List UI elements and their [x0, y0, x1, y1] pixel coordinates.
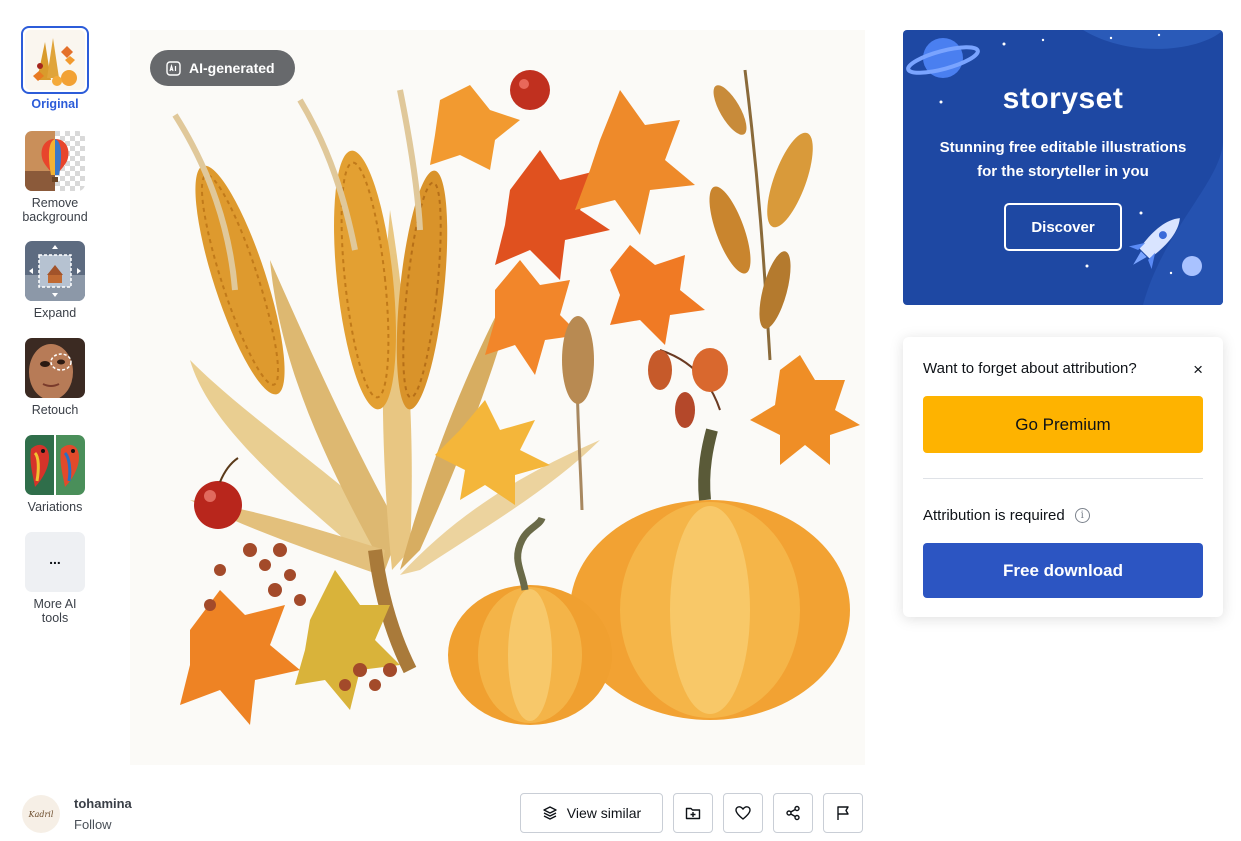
download-card: Want to forget about attribution? × Go P… [903, 337, 1223, 617]
variations-thumbnail [25, 435, 85, 495]
layers-icon [543, 806, 557, 820]
tool-retouch[interactable]: Retouch [14, 338, 96, 417]
ai-icon [166, 60, 181, 76]
expand-thumbnail [25, 241, 85, 301]
author-name[interactable]: tohamina [74, 796, 132, 811]
storyset-logo: storyset [1002, 82, 1124, 115]
share-button[interactable] [773, 793, 813, 833]
remove-background-thumbnail [25, 131, 85, 191]
page: Original Remove background Expand Retouc… [0, 0, 1241, 841]
avatar[interactable]: Kadril [22, 795, 60, 833]
main-image[interactable]: AI-generated [130, 30, 865, 765]
storyset-ad[interactable]: storyset Stunning free editable illustra… [903, 30, 1223, 305]
tool-label: Original [31, 97, 79, 111]
image-actions: View similar [520, 793, 863, 833]
tool-expand[interactable]: Expand [14, 241, 96, 320]
share-icon [786, 805, 800, 821]
heart-icon [735, 806, 751, 820]
retouch-thumbnail [25, 338, 85, 398]
attribution-required-label: Attribution is required [923, 507, 1065, 524]
author-block: Kadril tohamina Follow [22, 795, 132, 833]
tool-label: Retouch [31, 403, 79, 417]
tool-label: Remove background [22, 196, 88, 224]
tool-label: Expand [33, 306, 77, 320]
attribution-required: Attribution is required i [923, 507, 1090, 524]
ad-tagline-line: Stunning free editable illustrations [939, 139, 1187, 156]
badge-text: AI-generated [189, 60, 275, 76]
view-similar-button[interactable]: View similar [520, 793, 663, 833]
tool-original[interactable]: Original [14, 26, 96, 111]
flag-icon [837, 806, 849, 820]
original-thumbnail [21, 26, 89, 94]
follow-link[interactable]: Follow [74, 817, 132, 832]
ad-tagline-line: for the storyteller in you [977, 163, 1149, 180]
free-download-button[interactable]: Free download [923, 543, 1203, 598]
add-to-collection-button[interactable] [673, 793, 713, 833]
more-dots: ... [49, 551, 61, 567]
ai-generated-badge: AI-generated [150, 50, 295, 86]
report-button[interactable] [823, 793, 863, 833]
avatar-signature: Kadril [28, 809, 54, 819]
divider [923, 478, 1203, 479]
tool-variations[interactable]: Variations [14, 435, 96, 514]
close-icon[interactable]: × [1193, 361, 1203, 378]
ad-tagline: Stunning free editable illustrations for… [923, 136, 1203, 184]
tool-label: More AI tools [33, 597, 77, 625]
add-to-collection-icon [685, 807, 701, 820]
like-button[interactable] [723, 793, 763, 833]
info-icon[interactable]: i [1074, 508, 1090, 523]
tool-more-ai-tools[interactable]: ... More AI tools [14, 532, 96, 625]
tool-label: Variations [27, 500, 83, 514]
go-premium-button[interactable]: Go Premium [923, 396, 1203, 453]
autumn-harvest-illustration [172, 69, 860, 725]
view-similar-label: View similar [566, 805, 642, 821]
discover-button[interactable]: Discover [1004, 203, 1122, 251]
attribution-question: Want to forget about attribution? [923, 360, 1137, 377]
more-icon: ... [25, 532, 85, 592]
tool-remove-background[interactable]: Remove background [14, 131, 96, 224]
